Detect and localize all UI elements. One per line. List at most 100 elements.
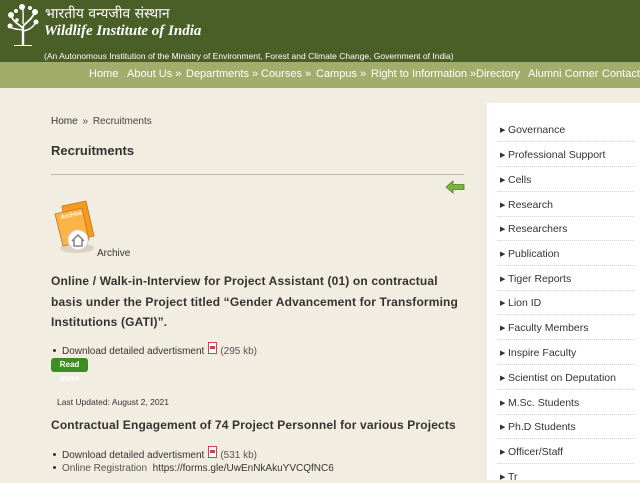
sidebar-item-label: Scientist on Deputation [508,372,616,384]
online-registration-label: Online Registration [62,463,148,474]
sidebar-divider [497,141,635,142]
download-advertisment-link[interactable]: Download detailed advertisment [62,450,204,461]
sidebar-divider [497,191,635,192]
download-advertisment-link[interactable]: Download detailed advertisment [62,346,204,357]
sidebar-item-label: Officer/Staff [508,446,564,458]
post-title[interactable]: Online / Walk-in-Interview for Project A… [51,271,471,333]
chevron-right-icon: ▶ [500,300,506,307]
site-subtitle: (An Autonomous Institution of the Minist… [44,51,454,61]
sidebar-item-label: Governance [508,124,566,136]
sidebar-item-phd-students[interactable]: ▶ Ph.D Students [500,421,576,433]
download-row: Download detailed advertisment (295 kb) [53,342,257,357]
post-title[interactable]: Contractual Engagement of 74 Project Per… [51,415,471,436]
bullet [53,349,56,352]
sidebar-divider [497,314,635,315]
chevron-right-icon: ▶ [500,127,506,134]
sidebar-item-label: Tiger Reports [508,273,572,285]
sidebar-item-truncated[interactable]: ▶ Tr [500,471,518,483]
hindi-title: भारतीय वन्यजीव संस्थान [45,6,170,22]
sidebar-divider [497,216,635,217]
sidebar-item-label: Lion ID [508,297,542,309]
pdf-icon[interactable] [208,342,218,354]
sidebar-divider [497,265,635,266]
breadcrumb-current: Recruitments [92,116,152,127]
sidebar-item-label: Tr [508,471,518,483]
sidebar-item-label: Ph.D Students [508,421,576,433]
last-updated: Last Updated: August 2, 2021 [57,397,170,407]
sidebar-item-research[interactable]: ▶ Research [500,199,553,211]
sidebar-item-publication[interactable]: ▶ Publication [500,248,559,260]
read-more-button[interactable]: Read more [51,358,88,383]
nav-item-alumni-corner[interactable]: Alumni Corner [528,68,598,80]
chevron-right-icon: ▶ [500,350,506,357]
nav-item-right-to-information[interactable]: Right to Information » [371,68,476,80]
breadcrumb-home-link[interactable]: Home [51,116,78,127]
registration-row: Online Registration https://forms.gle/Uw… [53,463,334,474]
chevron-right-icon: ▶ [500,400,506,407]
nav-item-departments[interactable]: Departments » [186,68,258,80]
sidebar-item-label: M.Sc. Students [508,397,580,409]
site-name[interactable]: Wildlife Institute of India [44,23,201,40]
sidebar-item-label: Publication [508,248,560,260]
bullet [53,466,56,469]
sidebar-divider [497,364,635,365]
sidebar-item-cells[interactable]: ▶ Cells [500,174,531,186]
back-arrow-icon[interactable] [445,180,465,194]
sidebar-item-label: Faculty Members [508,322,589,334]
sidebar-item-scientist-on-deputation[interactable]: ▶ Scientist on Deputation [500,372,616,384]
divider [51,174,464,175]
file-size: (531 kb) [220,450,257,461]
sidebar-item-officer-staff[interactable]: ▶ Officer/Staff [500,446,563,458]
sidebar-item-lion-id[interactable]: ▶ Lion ID [500,297,541,309]
sidebar-divider [497,240,635,241]
bullet [53,453,56,456]
institute-logo-icon[interactable] [6,4,40,46]
nav-item-about-us[interactable]: About Us » [127,68,181,80]
sidebar-item-label: Professional Support [508,149,606,161]
sidebar-divider [497,166,635,167]
online-registration-link[interactable]: https://forms.gle/UwEnNkAkuYVCQfNC6 [153,463,334,474]
site-header: भारतीय वन्यजीव संस्थान Wildlife Institut… [0,0,640,62]
nav-item-courses[interactable]: Courses » [261,68,311,80]
sidebar-divider [497,414,635,415]
sidebar-item-tiger-reports[interactable]: ▶ Tiger Reports [500,273,571,285]
nav-item-home[interactable]: Home [89,68,118,80]
sidebar-item-inspire-faculty[interactable]: ▶ Inspire Faculty [500,347,576,359]
sidebar-item-msc-students[interactable]: ▶ M.Sc. Students [500,397,579,409]
main-content: Home » Recruitments Recruitments Archive… [0,88,484,480]
chevron-right-icon: ▶ [500,375,506,382]
chevron-right-icon: ▶ [500,177,506,184]
sidebar-divider [497,438,635,439]
chevron-right-icon: ▶ [500,276,506,283]
page-title: Recruitments [51,143,135,158]
sidebar: ▶ Governance ▶ Professional Support ▶ Cells… [487,103,640,483]
chevron-right-icon: ▶ [500,226,506,233]
chevron-right-icon: ▶ [500,424,506,431]
sidebar-divider [497,389,635,390]
sidebar-item-label: Research [508,199,553,211]
sidebar-divider [497,290,635,291]
main-nav: Home About Us » Departments » Courses » … [0,62,640,88]
sidebar-item-label: Inspire Faculty [508,347,577,359]
nav-item-directory[interactable]: Directory [476,68,520,80]
pdf-icon[interactable] [208,446,218,458]
chevron-right-icon: ▶ [500,449,506,456]
chevron-right-icon: ▶ [500,152,506,159]
file-size: (295 kb) [220,346,257,357]
sidebar-item-governance[interactable]: ▶ Governance [500,124,565,136]
download-row: Download detailed advertisment (531 kb) [53,446,257,461]
chevron-right-icon: ▶ [500,325,506,332]
sidebar-divider [497,339,635,340]
sidebar-item-professional-support[interactable]: ▶ Professional Support [500,149,605,161]
sidebar-item-researchers[interactable]: ▶ Researchers [500,223,568,235]
archive-folder-icon[interactable]: Archive [52,200,98,255]
sidebar-item-faculty-members[interactable]: ▶ Faculty Members [500,322,589,334]
nav-item-contact-us[interactable]: Contact U [602,68,640,80]
breadcrumb-separator: » [82,116,89,127]
chevron-right-icon: ▶ [500,251,506,258]
archive-link[interactable]: Archive [97,248,130,259]
sidebar-item-label: Researchers [508,223,568,235]
nav-item-campus[interactable]: Campus » [316,68,366,80]
sidebar-item-label: Cells [508,174,532,186]
chevron-right-icon: ▶ [500,202,506,209]
